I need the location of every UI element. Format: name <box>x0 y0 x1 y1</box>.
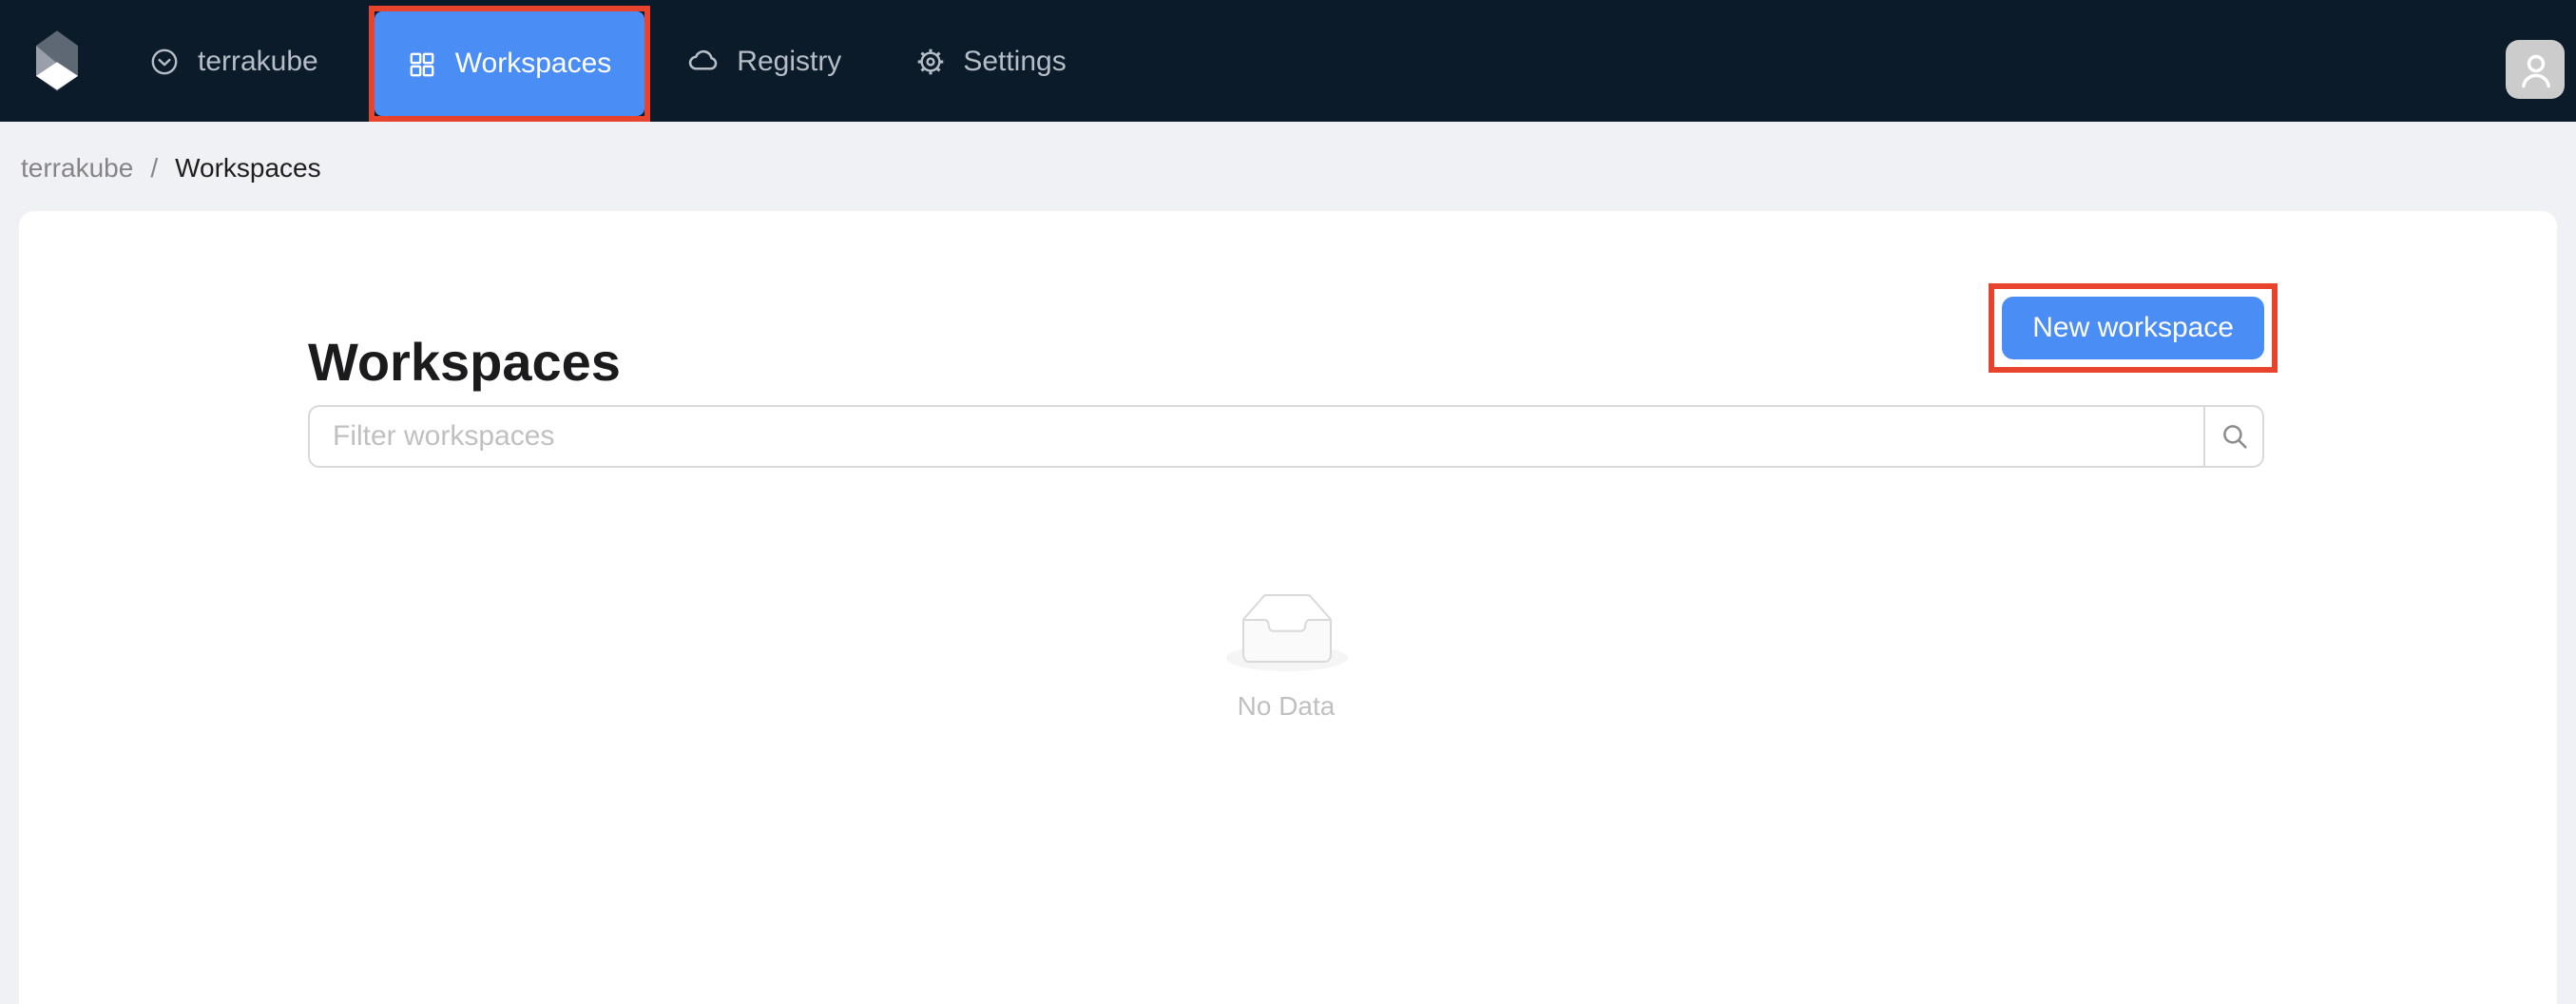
tab-settings-label: Settings <box>963 45 1066 77</box>
breadcrumb-org[interactable]: terrakube <box>21 151 133 182</box>
down-circle-icon <box>148 45 181 77</box>
annotation-box-new-workspace: New workspace <box>1989 283 2278 373</box>
app-logo[interactable] <box>36 30 78 91</box>
tab-registry[interactable]: Registry <box>649 0 877 122</box>
breadcrumb-separator: / <box>150 151 158 182</box>
tab-workspaces[interactable]: Workspaces <box>375 11 644 116</box>
tab-settings[interactable]: Settings <box>877 0 1102 122</box>
cloud-icon <box>685 44 720 78</box>
tab-registry-label: Registry <box>737 45 841 77</box>
workspaces-card: Workspaces New workspace <box>19 211 2557 1004</box>
user-icon <box>2514 48 2556 90</box>
empty-state-text: No Data <box>1238 690 1336 721</box>
breadcrumb-current: Workspaces <box>175 151 321 182</box>
tab-workspaces-label: Workspaces <box>455 48 612 80</box>
search-icon <box>2218 420 2250 453</box>
empty-state: No Data <box>308 593 2264 721</box>
title-row: Workspaces New workspace <box>308 283 2264 397</box>
empty-inbox-icon <box>1225 593 1347 671</box>
org-selector[interactable]: terrakube <box>116 0 347 122</box>
annotation-box-workspaces-tab: Workspaces <box>370 6 650 122</box>
search-button[interactable] <box>2203 405 2264 468</box>
filter-workspaces-input[interactable] <box>308 405 2205 468</box>
org-selector-label: terrakube <box>198 45 318 77</box>
gear-icon <box>913 45 946 77</box>
breadcrumb: terrakube / Workspaces <box>0 122 2576 211</box>
appstore-icon <box>408 48 438 79</box>
user-avatar[interactable] <box>2506 40 2565 99</box>
page-title: Workspaces <box>308 329 621 397</box>
new-workspace-button[interactable]: New workspace <box>2002 297 2264 359</box>
app-root: terrakube Workspaces <box>0 0 2576 1004</box>
filter-row <box>308 405 2264 468</box>
terrakube-hexagon-logo <box>36 30 78 91</box>
top-navbar: terrakube Workspaces <box>0 0 2576 122</box>
